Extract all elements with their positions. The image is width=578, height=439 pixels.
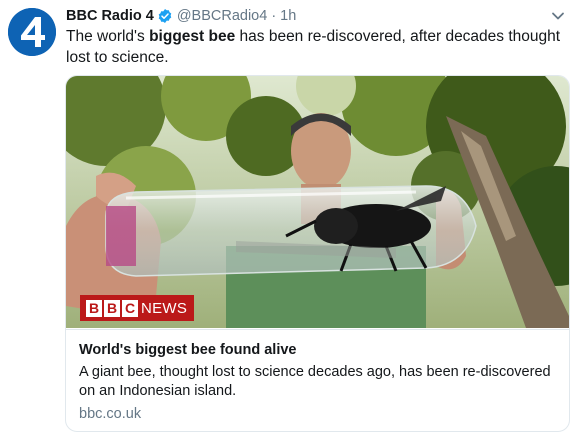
- bbc-news-logo: B B C NEWS: [80, 295, 194, 321]
- tweet-text: The world's biggest bee has been re-disc…: [66, 26, 566, 68]
- bbc-letter: C: [122, 299, 138, 317]
- bbc-letter: B: [86, 299, 102, 317]
- bbc-blocks: B B C: [86, 299, 138, 317]
- card-title: World's biggest bee found alive: [79, 342, 297, 358]
- card-body[interactable]: World's biggest bee found alive A giant …: [66, 329, 569, 431]
- tweet-header: BBC Radio 4 @BBCRadio4 · 1h: [66, 6, 296, 26]
- avatar[interactable]: [8, 8, 56, 56]
- separator-dot: ·: [271, 8, 277, 24]
- chevron-down-icon[interactable]: [550, 8, 566, 24]
- card-image[interactable]: B B C NEWS: [66, 76, 569, 328]
- display-name[interactable]: BBC Radio 4: [66, 8, 154, 24]
- card-description: A giant bee, thought lost to science dec…: [79, 364, 551, 399]
- verified-badge-icon: [158, 9, 172, 23]
- tweet-text-bold: biggest bee: [149, 28, 236, 45]
- bbc-letter: B: [104, 299, 120, 317]
- bbc-news-word: NEWS: [141, 299, 188, 317]
- card-domain: bbc.co.uk: [79, 406, 142, 422]
- timestamp[interactable]: 1h: [280, 8, 296, 24]
- tweet-text-start: The world's: [66, 28, 150, 45]
- handle[interactable]: @BBCRadio4: [177, 8, 267, 24]
- radio4-logo-icon: [8, 8, 56, 56]
- bee-photo: [66, 76, 569, 328]
- tweet: BBC Radio 4 @BBCRadio4 · 1h The world's …: [0, 0, 578, 439]
- link-card[interactable]: B B C NEWS World's biggest bee found ali…: [65, 75, 570, 432]
